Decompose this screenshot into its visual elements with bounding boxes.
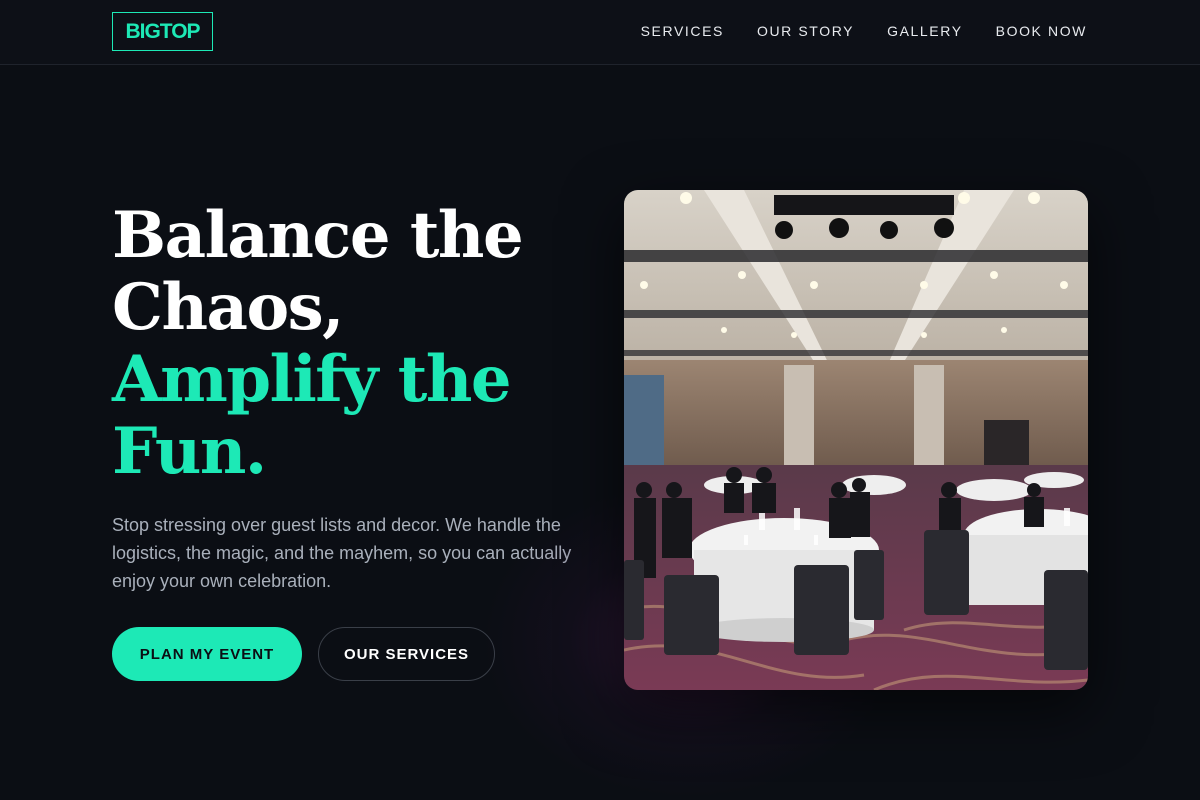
banquet-hall-photo [624, 190, 1088, 690]
headline-line-4: Fun. [112, 414, 267, 489]
main-nav: SERVICES OUR STORY GALLERY BOOK NOW [641, 20, 1087, 42]
hero-headline: Balance the Chaos, Amplify the Fun. [112, 200, 592, 488]
hero-image [624, 190, 1088, 690]
headline-line-1: Balance the [112, 198, 524, 273]
nav-link-book-now[interactable]: BOOK NOW [996, 20, 1087, 42]
navbar: BIGTOP SERVICES OUR STORY GALLERY BOOK N… [0, 0, 1200, 65]
our-services-button[interactable]: OUR SERVICES [318, 627, 495, 681]
headline-line-3: Amplify the [112, 342, 512, 417]
brand-logo[interactable]: BIGTOP [112, 12, 213, 51]
headline-line-2: Chaos, [112, 270, 344, 345]
nav-link-services[interactable]: SERVICES [641, 20, 724, 42]
nav-link-gallery[interactable]: GALLERY [887, 20, 963, 42]
nav-link-our-story[interactable]: OUR STORY [757, 20, 854, 42]
plan-my-event-button[interactable]: PLAN MY EVENT [112, 627, 302, 681]
